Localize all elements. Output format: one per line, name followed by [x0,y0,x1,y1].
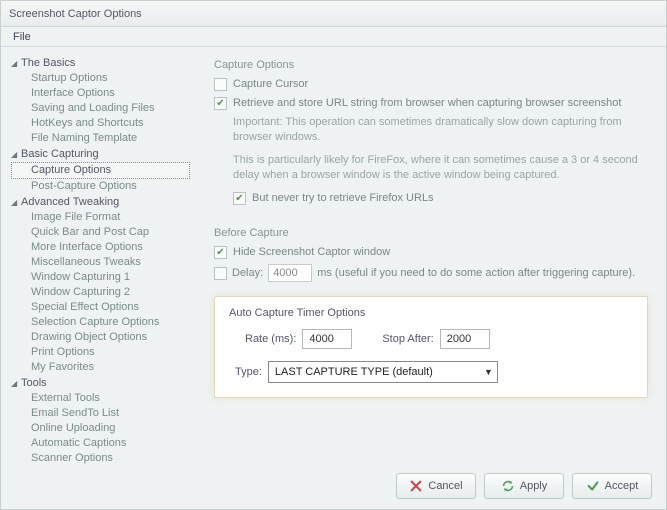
delay-checkbox[interactable] [214,267,227,280]
chevron-down-icon: ▼ [484,367,493,377]
rate-label: Rate (ms): [245,333,296,345]
auto-capture-heading: Auto Capture Timer Options [229,307,633,319]
type-dropdown[interactable]: LAST CAPTURE TYPE (default) ▼ [268,361,498,383]
tree-item[interactable]: Miscellaneous Tweaks [11,255,190,270]
tree-item[interactable]: Scanner Options [11,451,190,466]
type-label: Type: [235,366,262,378]
tree-group[interactable]: Advanced Tweaking [11,195,190,210]
main-panel: Capture Options Capture Cursor Retrieve … [196,47,666,475]
tree-item[interactable]: HotKeys and Shortcuts [11,116,190,131]
tree-item[interactable]: Interface Options [11,86,190,101]
tree-item[interactable]: Quick Bar and Post Cap [11,225,190,240]
tree-item[interactable]: Saving and Loading Files [11,101,190,116]
tree-item[interactable]: Capture Options [11,162,190,179]
accept-button[interactable]: Accept [572,473,652,499]
accept-label: Accept [605,480,639,492]
tree-item[interactable]: Online Uploading [11,421,190,436]
delay-label: Delay: [232,267,263,279]
tree-item[interactable]: Email SendTo List [11,406,190,421]
tree-item[interactable]: File Naming Template [11,131,190,146]
tree-item[interactable]: Automatic Captions [11,436,190,451]
capture-options-heading: Capture Options [214,59,648,71]
hide-window-label: Hide Screenshot Captor window [233,245,390,260]
sidebar-tree: The BasicsStartup OptionsInterface Optio… [1,47,196,475]
url-note-2: This is particularly likely for FireFox,… [233,153,648,183]
apply-label: Apply [520,480,548,492]
auto-capture-box: Auto Capture Timer Options Rate (ms): St… [214,296,648,398]
tree-item[interactable]: More Interface Options [11,240,190,255]
tree-item[interactable]: Startup Options [11,71,190,86]
hide-window-checkbox[interactable] [214,246,227,259]
url-note-1: Important: This operation can sometimes … [233,115,648,145]
tree-group[interactable]: The Basics [11,56,190,71]
tree-item[interactable]: Window Capturing 1 [11,270,190,285]
type-value: LAST CAPTURE TYPE (default) [275,366,433,378]
retrieve-url-label: Retrieve and store URL string from brows… [233,96,621,111]
tree-item[interactable]: Special Effect Options [11,300,190,315]
tree-item[interactable]: Post-Capture Options [11,179,190,194]
tree-group[interactable]: Basic Capturing [11,147,190,162]
check-icon [586,479,600,493]
capture-cursor-checkbox[interactable] [214,78,227,91]
cancel-icon [409,479,423,493]
tree-item[interactable]: Drawing Object Options [11,330,190,345]
tree-item[interactable]: Image File Format [11,210,190,225]
menu-bar: File [1,27,666,47]
tree-item[interactable]: Window Capturing 2 [11,285,190,300]
capture-cursor-label: Capture Cursor [233,77,308,92]
firefox-checkbox[interactable] [233,192,246,205]
menu-file[interactable]: File [7,29,37,45]
stop-after-input[interactable] [440,329,490,349]
before-capture-heading: Before Capture [214,227,648,239]
delay-input[interactable] [268,264,312,282]
window-title: Screenshot Captor Options [1,1,666,27]
tree-item[interactable]: Selection Capture Options [11,315,190,330]
tree-item[interactable]: Print Options [11,345,190,360]
delay-suffix: ms (useful if you need to do some action… [317,267,635,279]
refresh-icon [501,479,515,493]
cancel-label: Cancel [428,480,462,492]
cancel-button[interactable]: Cancel [396,473,476,499]
tree-item[interactable]: My Favorites [11,360,190,375]
tree-item[interactable]: External Tools [11,391,190,406]
firefox-label: But never try to retrieve Firefox URLs [252,192,434,204]
tree-group[interactable]: Tools [11,376,190,391]
stop-after-label: Stop After: [382,333,433,345]
footer-buttons: Cancel Apply Accept [396,473,652,499]
rate-input[interactable] [302,329,352,349]
apply-button[interactable]: Apply [484,473,564,499]
retrieve-url-checkbox[interactable] [214,97,227,110]
